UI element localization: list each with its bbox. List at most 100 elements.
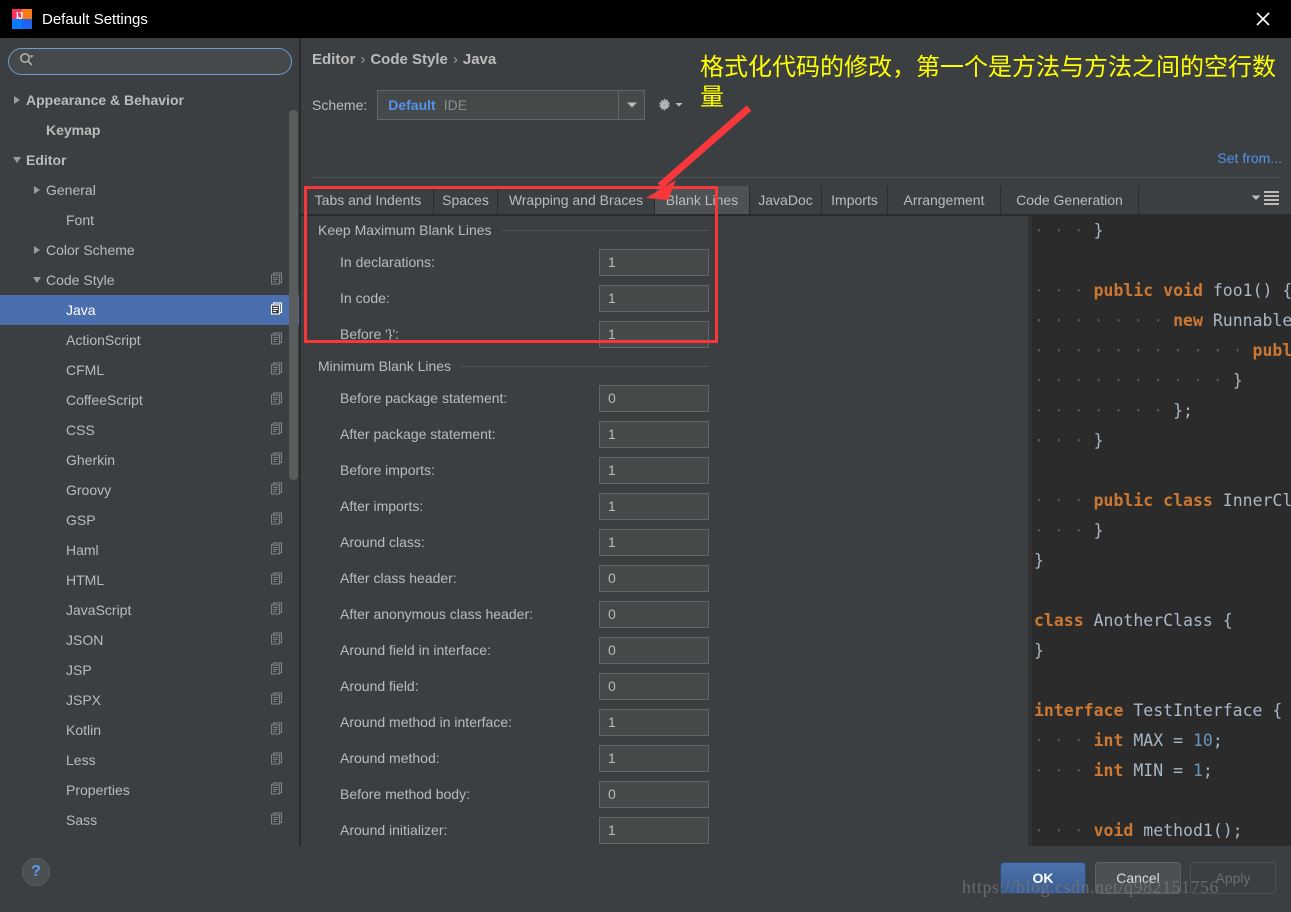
copy-scheme-icon[interactable] (270, 272, 284, 289)
settings-group-title: Minimum Blank Lines (318, 358, 452, 374)
sidebar-item-jsp[interactable]: JSP (0, 655, 300, 685)
tab-javadoc[interactable]: JavaDoc (750, 186, 822, 214)
sidebar-item-sass[interactable]: Sass (0, 805, 300, 835)
tab-list-icon[interactable] (1251, 190, 1281, 206)
sidebar-item-less[interactable]: Less (0, 745, 300, 775)
setting-row: Around field in interface: (302, 632, 727, 668)
scheme-label: Scheme: (312, 97, 368, 113)
copy-scheme-icon[interactable] (270, 512, 284, 529)
close-icon[interactable] (1235, 0, 1291, 38)
intellij-logo-icon: IJ (12, 9, 32, 29)
tab-wrapping-and-braces[interactable]: Wrapping and Braces (498, 186, 655, 214)
setting-input-after-package-statement[interactable] (599, 420, 709, 448)
chevron-right-icon[interactable] (8, 95, 26, 105)
copy-scheme-icon[interactable] (270, 722, 284, 739)
copy-scheme-icon[interactable] (270, 332, 284, 349)
copy-scheme-icon[interactable] (270, 662, 284, 679)
search-input[interactable] (40, 54, 270, 69)
chevron-right-icon[interactable] (28, 185, 46, 195)
sidebar-item-editor[interactable]: Editor (0, 145, 300, 175)
apply-button[interactable]: Apply (1190, 862, 1276, 894)
breadcrumb-separator: › (452, 51, 458, 68)
setting-input-after-imports[interactable] (599, 492, 709, 520)
copy-scheme-icon[interactable] (270, 302, 284, 319)
chevron-down-icon[interactable] (619, 90, 646, 120)
sidebar-item-cfml[interactable]: CFML (0, 355, 300, 385)
copy-scheme-icon[interactable] (270, 392, 284, 409)
setting-input-in-declarations[interactable] (599, 248, 709, 276)
setting-input-around-method-in-interface[interactable] (599, 708, 709, 736)
tab-imports[interactable]: Imports (822, 186, 888, 214)
sidebar-scrollbar[interactable] (289, 110, 298, 480)
tab-bar[interactable]: Tabs and Indents Spaces Wrapping and Brace… (301, 186, 1291, 214)
copy-scheme-icon[interactable] (270, 752, 284, 769)
tab-code-generation[interactable]: Code Generation (1001, 186, 1139, 214)
sidebar-item-css[interactable]: CSS (0, 415, 300, 445)
copy-scheme-icon[interactable] (270, 452, 284, 469)
sidebar-item-color-scheme[interactable]: Color Scheme (0, 235, 300, 265)
tab-arrangement[interactable]: Arrangement (888, 186, 1001, 214)
sidebar-item-label: JSON (66, 632, 104, 648)
chevron-right-icon[interactable] (28, 245, 46, 255)
copy-scheme-icon[interactable] (270, 542, 284, 559)
sidebar-item-properties[interactable]: Properties (0, 775, 300, 805)
copy-scheme-icon[interactable] (270, 572, 284, 589)
tab-spaces[interactable]: Spaces (434, 186, 498, 214)
gear-icon[interactable] (656, 97, 683, 114)
setting-input-after-class-header[interactable] (599, 564, 709, 592)
copy-scheme-icon[interactable] (270, 692, 284, 709)
setting-input-before-imports[interactable] (599, 456, 709, 484)
sidebar-item-actionscript[interactable]: ActionScript (0, 325, 300, 355)
setting-input-before-method-body[interactable] (599, 780, 709, 808)
sidebar-item-jspx[interactable]: JSPX (0, 685, 300, 715)
tab-tabs-and-indents[interactable]: Tabs and Indents (303, 186, 434, 214)
sidebar-item-groovy[interactable]: Groovy (0, 475, 300, 505)
sidebar-item-gherkin[interactable]: Gherkin (0, 445, 300, 475)
sidebar-item-java[interactable]: Java (0, 295, 300, 325)
tab-blank-lines[interactable]: Blank Lines (655, 186, 750, 214)
setting-input-around-initializer[interactable] (599, 816, 709, 844)
setting-input-around-field[interactable] (599, 672, 709, 700)
set-from-link[interactable]: Set from... (1217, 150, 1282, 166)
sidebar-item-json[interactable]: JSON (0, 625, 300, 655)
settings-dialog: IJ Default Settings Appearance & Behavio… (0, 0, 1291, 912)
sidebar-item-label: JavaScript (66, 602, 132, 618)
sidebar-item-code-style[interactable]: Code Style (0, 265, 300, 295)
setting-input-around-field-in-interface[interactable] (599, 636, 709, 664)
setting-row: Before '}': (302, 316, 727, 352)
sidebar-item-appearance-behavior[interactable]: Appearance & Behavior (0, 85, 300, 115)
scheme-combobox[interactable]: Default IDE (377, 90, 620, 120)
sidebar-item-html[interactable]: HTML (0, 565, 300, 595)
sidebar-item-kotlin[interactable]: Kotlin (0, 715, 300, 745)
sidebar-item-gsp[interactable]: GSP (0, 505, 300, 535)
search-box[interactable] (8, 48, 292, 75)
help-button[interactable]: ? (22, 858, 50, 886)
setting-input-in-code[interactable] (599, 284, 709, 312)
setting-input-around-method[interactable] (599, 744, 709, 772)
cancel-button[interactable]: Cancel (1095, 862, 1181, 894)
setting-row: Around initializer: (302, 812, 727, 848)
settings-group-header: Minimum Blank Lines (302, 352, 727, 380)
sidebar-item-general[interactable]: General (0, 175, 300, 205)
copy-scheme-icon[interactable] (270, 812, 284, 829)
setting-input-after-anonymous-class-header[interactable] (599, 600, 709, 628)
code-preview[interactable]: · · · } · · · public void foo1() { · · ·… (1028, 216, 1291, 884)
sidebar-item-keymap[interactable]: Keymap (0, 115, 300, 145)
copy-scheme-icon[interactable] (270, 482, 284, 499)
sidebar-item-haml[interactable]: Haml (0, 535, 300, 565)
sidebar-item-coffeescript[interactable]: CoffeeScript (0, 385, 300, 415)
chevron-down-icon[interactable] (28, 276, 46, 285)
copy-scheme-icon[interactable] (270, 632, 284, 649)
setting-input-before[interactable] (599, 320, 709, 348)
setting-input-around-class[interactable] (599, 528, 709, 556)
copy-scheme-icon[interactable] (270, 422, 284, 439)
sidebar-item-javascript[interactable]: JavaScript (0, 595, 300, 625)
copy-scheme-icon[interactable] (270, 362, 284, 379)
setting-input-before-package-statement[interactable] (599, 384, 709, 412)
ok-button[interactable]: OK (1000, 862, 1086, 894)
copy-scheme-icon[interactable] (270, 602, 284, 619)
sidebar-item-font[interactable]: Font (0, 205, 300, 235)
copy-scheme-icon[interactable] (270, 782, 284, 799)
settings-tree[interactable]: Appearance & Behavior Keymap Editor General… (0, 85, 300, 845)
chevron-down-icon[interactable] (8, 156, 26, 165)
